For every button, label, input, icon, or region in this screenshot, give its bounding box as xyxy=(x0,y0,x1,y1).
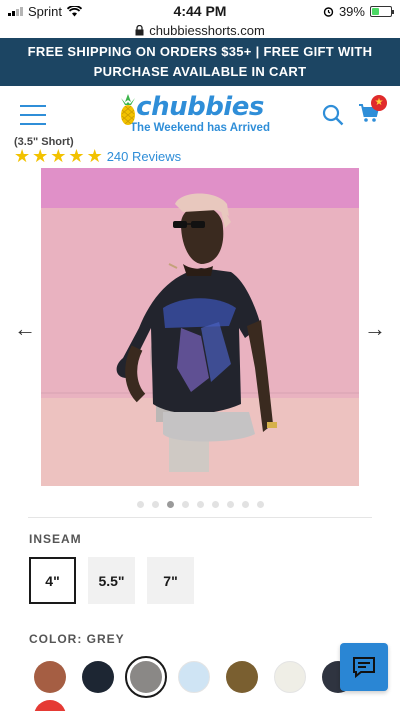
gallery-dot[interactable] xyxy=(181,500,189,508)
next-arrow-icon[interactable]: → xyxy=(364,316,386,342)
battery-icon xyxy=(369,5,394,17)
menu-icon[interactable] xyxy=(20,105,46,125)
product-gallery: ← → xyxy=(0,168,400,498)
logo-tagline: The Weekend has Arrived xyxy=(130,122,270,134)
logo[interactable]: chubbies The Weekend has Arrived xyxy=(121,92,270,134)
logo-wordmark: chubbies xyxy=(136,92,264,122)
inseam-option-5-5[interactable]: 5.5" xyxy=(88,557,135,604)
gallery-dot[interactable] xyxy=(196,500,204,508)
inseam-option-7[interactable]: 7" xyxy=(147,557,194,604)
lock-icon xyxy=(135,24,144,35)
gallery-dot[interactable] xyxy=(241,500,249,508)
address-bar[interactable]: chubbiesshorts.com xyxy=(0,22,400,38)
product-title-fragment: (3.5" Short) xyxy=(14,136,74,148)
star-icon: ★ xyxy=(68,146,85,166)
color-swatch[interactable] xyxy=(82,661,114,693)
gallery-dot[interactable] xyxy=(226,500,234,508)
chat-icon xyxy=(353,657,375,679)
star-icon: ★ xyxy=(32,146,49,166)
inseam-label: INSEAM xyxy=(29,532,82,546)
inseam-options: 4" 5.5" 7" xyxy=(0,557,400,604)
url-text: chubbiesshorts.com xyxy=(149,22,265,38)
cart-button[interactable]: ★ xyxy=(358,94,387,129)
chat-button[interactable] xyxy=(340,643,388,691)
search-icon[interactable] xyxy=(322,104,344,126)
gallery-dot[interactable] xyxy=(211,500,219,508)
inseam-option-4[interactable]: 4" xyxy=(29,557,76,604)
star-icon: ★ xyxy=(86,146,103,166)
gallery-dot[interactable] xyxy=(256,500,264,508)
battery-percent: 39% xyxy=(338,3,365,19)
selected-swatch-ring xyxy=(125,656,167,698)
product-photo[interactable] xyxy=(41,168,359,486)
star-icon: ★ xyxy=(50,146,67,166)
prev-arrow-icon[interactable]: ← xyxy=(14,316,36,342)
clock: 4:44 PM xyxy=(173,3,227,19)
gallery-dot[interactable] xyxy=(151,500,159,508)
promo-line-2: PURCHASE AVAILABLE IN CART xyxy=(93,64,307,79)
color-swatch[interactable] xyxy=(34,661,66,693)
alarm-icon xyxy=(323,6,334,17)
reviews-row[interactable]: (3.5" Short) ★ ★ ★ ★ ★ 240 Reviews xyxy=(0,136,400,168)
signal-icon xyxy=(8,6,23,16)
promo-line-1: FREE SHIPPING ON ORDERS $35+ | FREE GIFT… xyxy=(27,44,373,59)
gallery-dot[interactable] xyxy=(136,500,144,508)
swatch-red[interactable] xyxy=(34,700,66,711)
pineapple-icon xyxy=(121,94,135,125)
cart-badge: ★ xyxy=(371,94,387,111)
color-swatch[interactable] xyxy=(226,661,258,693)
gallery-dots xyxy=(0,498,400,510)
reviews-link[interactable]: 240 Reviews xyxy=(107,149,181,164)
product-page: Sprint 4:44 PM 39% chubbiesshorts.com FR… xyxy=(0,0,400,711)
color-swatch[interactable] xyxy=(178,661,210,693)
star-icon: ★ xyxy=(14,146,31,166)
promo-banner[interactable]: FREE SHIPPING ON ORDERS $35+ | FREE GIFT… xyxy=(0,38,400,86)
color-swatch[interactable] xyxy=(274,661,306,693)
divider xyxy=(28,517,372,518)
gallery-dot[interactable] xyxy=(166,500,174,508)
color-swatch[interactable] xyxy=(130,661,162,693)
carrier-name: Sprint xyxy=(28,3,62,19)
wifi-icon xyxy=(66,5,82,16)
status-bar: Sprint 4:44 PM 39% xyxy=(0,0,400,22)
